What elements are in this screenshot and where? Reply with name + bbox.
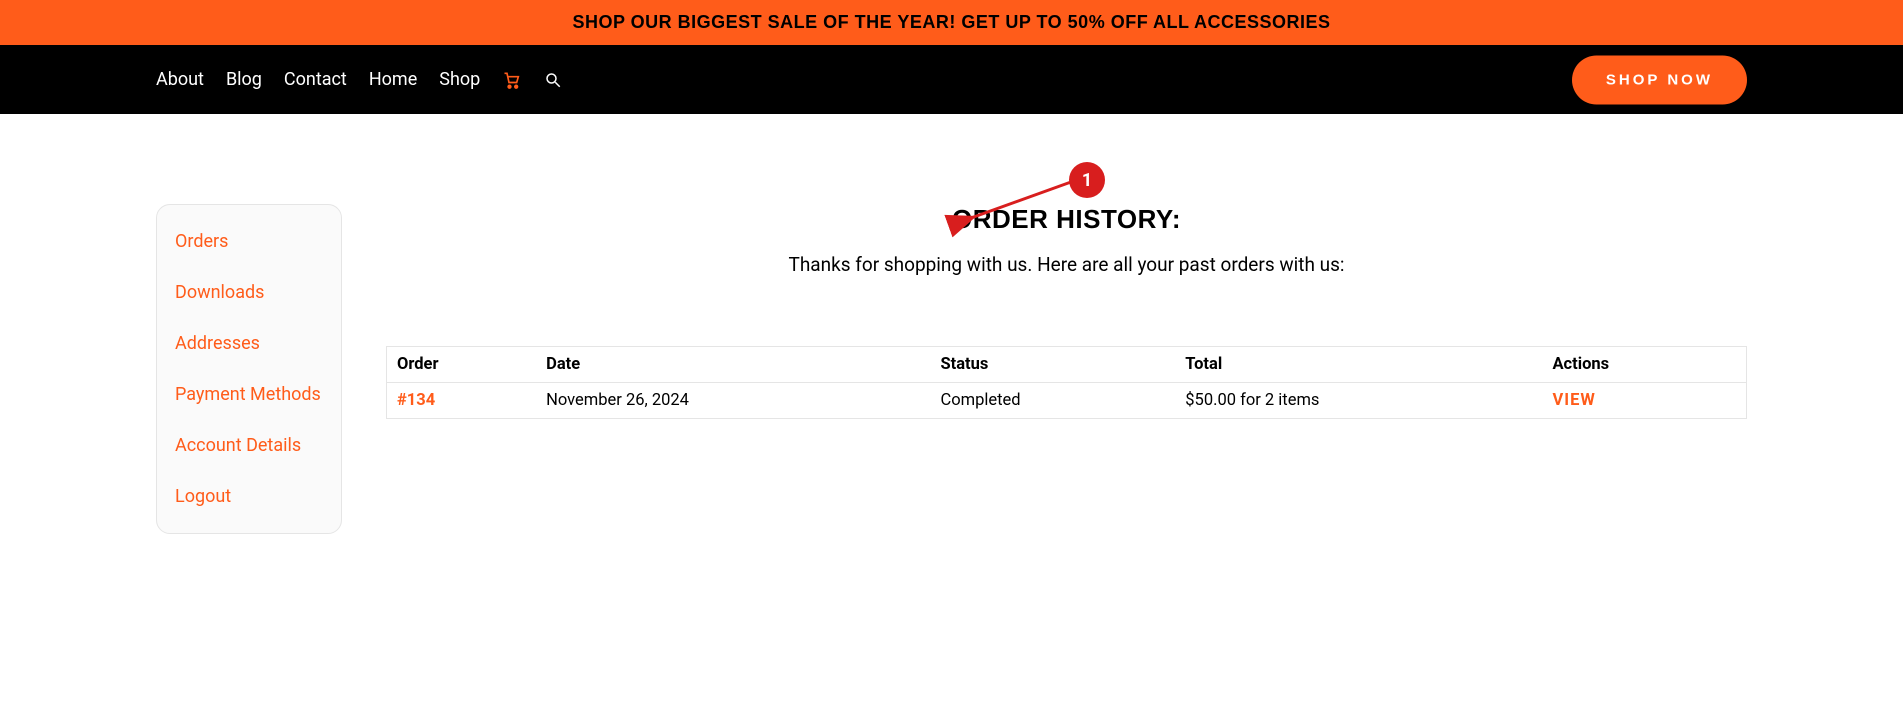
th-total: Total [1175, 347, 1542, 383]
th-status: Status [930, 347, 1175, 383]
search-icon[interactable] [544, 71, 562, 89]
sidebar-item-account-details[interactable]: Account Details [175, 429, 323, 462]
promo-bar: SHOP OUR BIGGEST SALE OF THE YEAR! GET U… [0, 0, 1903, 45]
sidebar-item-downloads[interactable]: Downloads [175, 276, 323, 309]
orders-table: Order Date Status Total Actions #134 Nov… [386, 346, 1747, 419]
annotation-badge: 1 [1069, 162, 1105, 198]
nav-about[interactable]: About [156, 69, 204, 90]
sidebar-item-payment-methods[interactable]: Payment Methods [175, 378, 323, 411]
order-total: $50.00 for 2 items [1175, 383, 1542, 419]
order-status: Completed [930, 383, 1175, 419]
page-title: ORDER HISTORY: [386, 204, 1747, 235]
page-subtitle: Thanks for shopping with us. Here are al… [386, 253, 1747, 276]
order-date: November 26, 2024 [536, 383, 930, 419]
nav-blog[interactable]: Blog [226, 69, 262, 90]
nav-items: About Blog Contact Home Shop [156, 69, 562, 90]
sidebar-item-logout[interactable]: Logout [175, 480, 323, 513]
nav-bar: About Blog Contact Home Shop SHOP NOW [0, 45, 1903, 114]
cart-icon[interactable] [502, 70, 522, 90]
content-area: Orders Downloads Addresses Payment Metho… [0, 114, 1903, 534]
th-actions: Actions [1542, 347, 1746, 383]
th-order: Order [387, 347, 537, 383]
shop-now-button[interactable]: SHOP NOW [1572, 55, 1747, 104]
th-date: Date [536, 347, 930, 383]
sidebar-item-orders[interactable]: Orders [175, 225, 323, 258]
nav-home[interactable]: Home [369, 69, 417, 90]
table-row: #134 November 26, 2024 Completed $50.00 … [387, 383, 1747, 419]
nav-contact[interactable]: Contact [284, 69, 347, 90]
orders-table-header-row: Order Date Status Total Actions [387, 347, 1747, 383]
order-number-link[interactable]: #134 [397, 391, 435, 410]
nav-shop[interactable]: Shop [439, 69, 480, 90]
promo-text: SHOP OUR BIGGEST SALE OF THE YEAR! GET U… [572, 12, 1330, 32]
sidebar-item-addresses[interactable]: Addresses [175, 327, 323, 360]
account-sidebar: Orders Downloads Addresses Payment Metho… [156, 204, 342, 534]
main-panel: 1 ORDER HISTORY: Thanks for shopping wit… [386, 204, 1747, 534]
view-order-link[interactable]: VIEW [1552, 391, 1595, 410]
